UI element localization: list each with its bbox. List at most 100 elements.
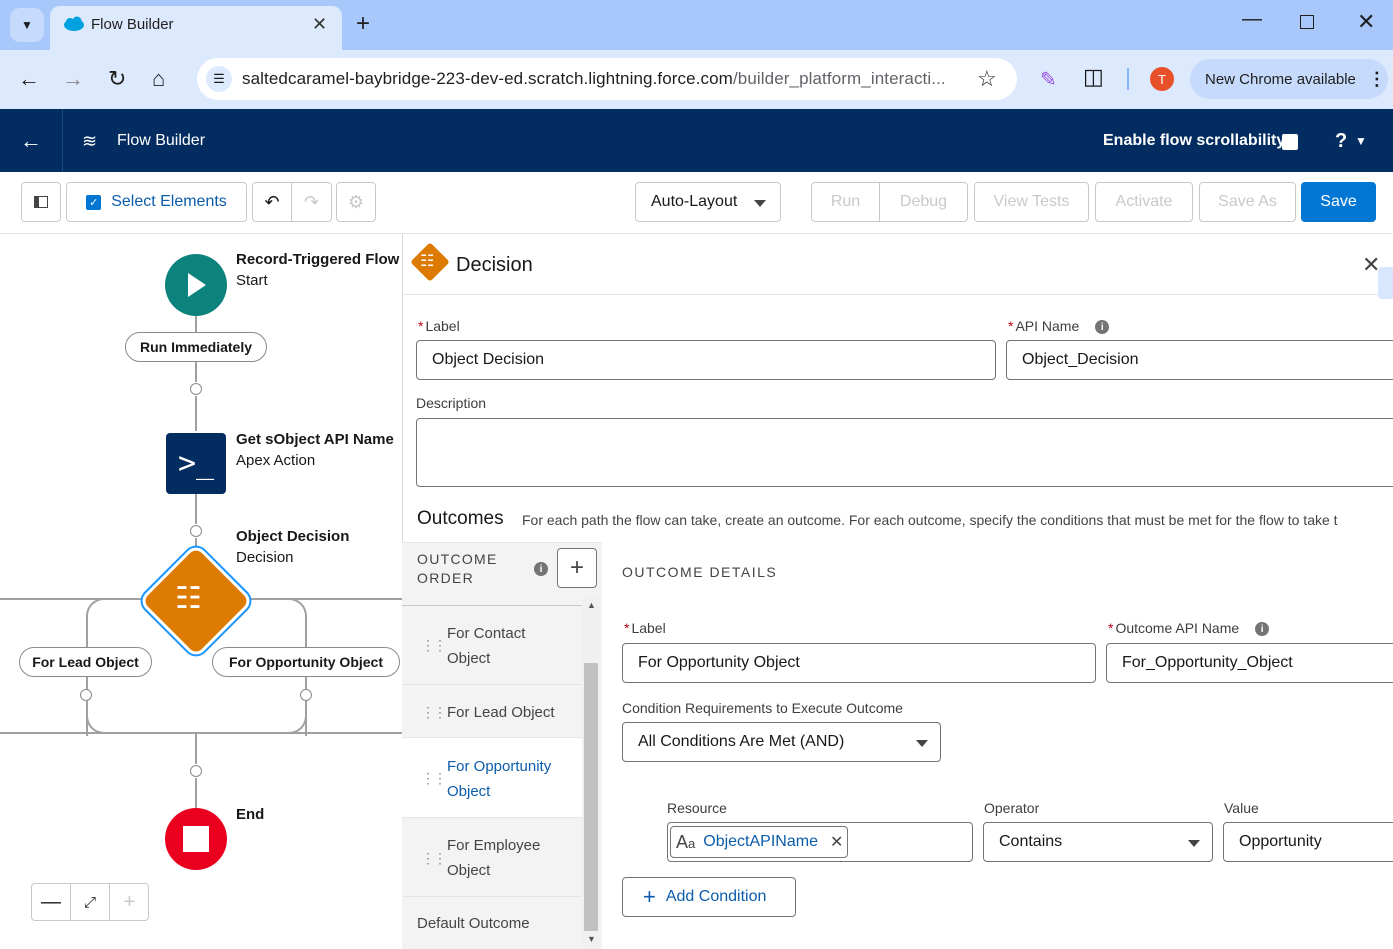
connector-dot[interactable]	[190, 525, 202, 537]
merge-outline	[86, 674, 307, 734]
value-label: Value	[1224, 800, 1259, 816]
scrollability-label: Enable flow scrollability	[1103, 132, 1286, 149]
outcome-item-lead[interactable]: ⋮⋮ For Lead Object	[402, 685, 582, 738]
drag-handle-icon[interactable]: ⋮⋮	[421, 700, 447, 725]
description-textarea[interactable]	[416, 418, 1393, 487]
outcome-label-input[interactable]: For Opportunity Object	[622, 643, 1096, 683]
resource-pill[interactable]: Aa ObjectAPIName ✕	[670, 826, 848, 858]
header-divider	[62, 109, 63, 172]
new-tab-plus-icon[interactable]: +	[356, 10, 370, 38]
back-arrow-icon[interactable]: ←	[18, 66, 40, 92]
condition-requirements-select[interactable]: All Conditions Are Met (AND)	[622, 722, 941, 762]
view-tests-button[interactable]: View Tests	[974, 182, 1089, 222]
window-maximize-icon[interactable]	[1300, 15, 1314, 29]
scroll-up-icon[interactable]: ▲	[587, 600, 596, 610]
checkbox-icon: ✓	[86, 194, 102, 210]
run-button[interactable]: Run	[811, 182, 880, 222]
api-name-input[interactable]: Object_Decision	[1006, 340, 1393, 380]
fit-view-icon[interactable]: ⤢	[71, 884, 110, 920]
stop-icon	[183, 826, 209, 852]
chrome-update-button[interactable]: New Chrome available ⋮	[1190, 59, 1388, 99]
profile-avatar[interactable]: T	[1150, 67, 1174, 91]
select-elements-button[interactable]: ✓ Select Elements	[66, 182, 247, 222]
home-icon[interactable]: ⌂	[152, 66, 165, 92]
end-node-title: End	[236, 806, 265, 823]
panel-title: Decision	[456, 254, 533, 276]
salesforce-cloud-icon	[63, 16, 85, 35]
undo-button[interactable]: ↶	[252, 182, 292, 222]
help-icon[interactable]: ?	[1335, 130, 1347, 153]
merge-line	[0, 732, 402, 734]
bookmark-star-icon[interactable]: ☆	[977, 66, 997, 92]
drag-handle-icon[interactable]: ⋮⋮	[421, 633, 447, 658]
connector-dot[interactable]	[190, 383, 202, 395]
debug-button[interactable]: Debug	[879, 182, 968, 222]
zoom-out-icon[interactable]: —	[32, 884, 71, 920]
zoom-in-icon[interactable]: +	[110, 884, 149, 920]
scrollability-checkbox[interactable]	[1282, 134, 1298, 150]
drag-handle-icon[interactable]: ⋮⋮	[421, 766, 447, 791]
value-input[interactable]: Opportunity	[1223, 822, 1393, 862]
add-condition-button[interactable]: + Add Condition	[622, 877, 796, 917]
site-info-icon[interactable]: ☰	[206, 66, 232, 92]
label-input[interactable]: Object Decision	[416, 340, 996, 380]
connector-dot[interactable]	[190, 765, 202, 777]
forward-arrow-icon[interactable]: →	[62, 66, 84, 92]
save-button[interactable]: Save	[1301, 182, 1376, 222]
operator-select[interactable]: Contains	[983, 822, 1213, 862]
window-minimize-icon[interactable]: —	[1242, 8, 1262, 31]
toggle-panel-button[interactable]	[21, 182, 61, 222]
redo-icon: ↷	[303, 191, 320, 212]
redo-button[interactable]: ↷	[291, 182, 332, 222]
start-node[interactable]	[165, 254, 227, 316]
outcome-item-default[interactable]: Default Outcome	[402, 897, 582, 949]
activate-button[interactable]: Activate	[1095, 182, 1193, 222]
pen-extension-icon[interactable]: ✎	[1040, 67, 1057, 92]
info-icon[interactable]: i	[1095, 320, 1110, 335]
info-icon[interactable]: i	[534, 560, 548, 577]
outcomes-heading: Outcomes	[417, 508, 504, 529]
save-as-button[interactable]: Save As	[1199, 182, 1296, 222]
tab-search-button[interactable]: ▼	[10, 8, 44, 42]
run-immediately-label[interactable]: Run Immediately	[125, 332, 267, 362]
panel-side-tab[interactable]	[1378, 267, 1393, 299]
drag-handle-icon[interactable]: ⋮⋮	[421, 846, 447, 871]
settings-button[interactable]: ⚙	[336, 182, 376, 222]
scroll-down-icon[interactable]: ▼	[587, 934, 596, 944]
outcome-item-employee[interactable]: ⋮⋮ For Employee Object	[402, 818, 582, 897]
gear-icon: ⚙	[347, 191, 365, 212]
branch-label-opportunity[interactable]: For Opportunity Object	[212, 647, 400, 677]
update-label: New Chrome available	[1205, 70, 1356, 88]
api-name-field-label: * API Name i	[1008, 318, 1110, 335]
remove-pill-icon[interactable]: ✕	[830, 832, 843, 852]
back-arrow-icon[interactable]: ←	[20, 128, 42, 154]
outcome-item-opportunity[interactable]: ⋮⋮ For Opportunity Object	[402, 738, 582, 818]
label-field-label: * Label	[418, 318, 460, 334]
apex-node-title: Get sObject API Name	[236, 431, 394, 448]
layout-value: Auto-Layout	[651, 193, 738, 210]
chevron-down-icon: ▼	[21, 18, 33, 32]
add-outcome-button[interactable]: +	[557, 548, 597, 588]
url-path: /builder_platform_interacti...	[732, 69, 946, 88]
branch-label-lead[interactable]: For Lead Object	[19, 647, 152, 677]
end-node[interactable]	[165, 808, 227, 870]
plus-icon: +	[569, 554, 584, 581]
chevron-down-icon[interactable]: ▼	[1355, 134, 1367, 148]
apex-node-subtitle: Apex Action	[236, 452, 316, 469]
outcome-api-input[interactable]: For_Opportunity_Object	[1106, 643, 1393, 683]
apex-action-node[interactable]: >_	[166, 433, 226, 494]
connector-dot[interactable]	[300, 689, 312, 701]
reload-icon[interactable]: ↻	[108, 66, 126, 92]
tab-close-icon[interactable]: ✕	[312, 14, 327, 35]
scrollbar-thumb[interactable]	[584, 663, 598, 931]
window-close-icon[interactable]: ✕	[1357, 9, 1375, 35]
extensions-puzzle-icon[interactable]: ◫	[1083, 64, 1104, 90]
toolbar-separator	[1127, 68, 1129, 90]
start-node-subtitle: Start	[236, 272, 268, 289]
outcome-item-contact[interactable]: ⋮⋮ For Contact Object	[402, 606, 582, 685]
connector-dot[interactable]	[80, 689, 92, 701]
decision-node-title: Object Decision	[236, 528, 350, 545]
info-icon[interactable]: i	[1255, 622, 1270, 637]
url-text[interactable]: saltedcaramel-baybridge-223-dev-ed.scrat…	[242, 69, 946, 89]
layout-select[interactable]: Auto-Layout	[635, 182, 781, 222]
